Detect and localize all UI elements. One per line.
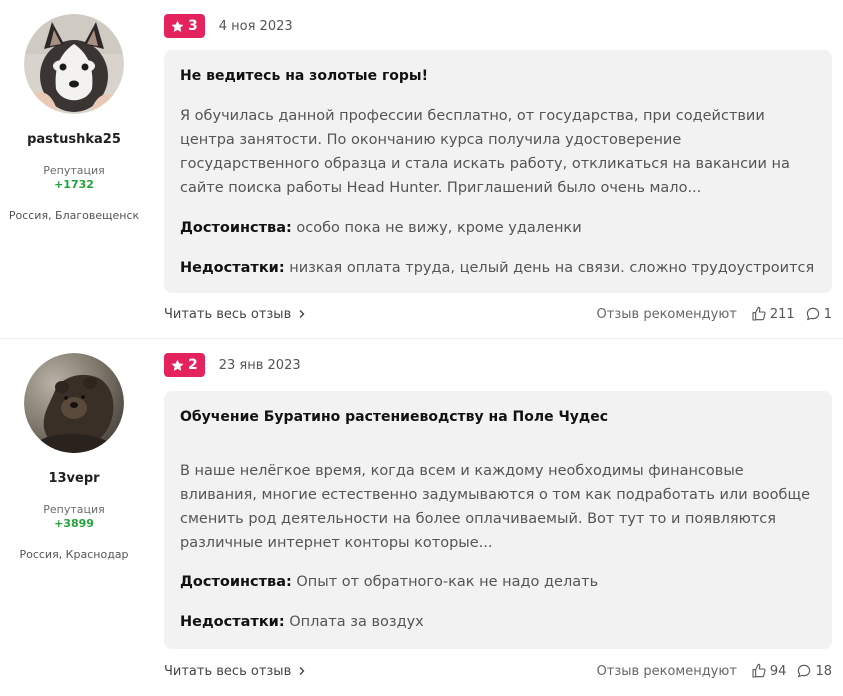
comments-count: 18 bbox=[815, 663, 832, 679]
review-item: pastushka25 Репутация +1732 Россия, Благ… bbox=[0, 0, 843, 338]
cons-text: низкая оплата труда, целый день на связи… bbox=[289, 260, 815, 276]
read-more-label: Читать весь отзыв bbox=[164, 306, 292, 322]
review-card[interactable]: Не ведитесь на золотые горы! Я обучилась… bbox=[164, 50, 832, 293]
reputation-value: +1732 bbox=[54, 178, 94, 191]
chevron-right-icon bbox=[299, 310, 305, 318]
star-icon bbox=[171, 20, 184, 32]
cons-label: Недостатки: bbox=[180, 260, 285, 276]
like-button[interactable]: 94 bbox=[751, 663, 787, 679]
comments-button[interactable]: 1 bbox=[805, 306, 832, 322]
author-username[interactable]: 13vepr bbox=[0, 471, 148, 486]
author-username[interactable]: pastushka25 bbox=[0, 132, 148, 147]
review-pros: Достоинства: Опыт от обратного-как не на… bbox=[180, 572, 816, 592]
author-location: Россия, Краснодар bbox=[19, 548, 129, 561]
comment-icon bbox=[806, 307, 819, 321]
reputation-value: +3899 bbox=[54, 517, 94, 530]
recommend-label: Отзыв рекомендуют bbox=[596, 306, 737, 322]
cons-text: Оплата за воздух bbox=[289, 614, 424, 630]
author-location: Россия, Благовещенск bbox=[8, 209, 140, 222]
review-footer: Читать весь отзыв Отзыв рекомендуют 94 1… bbox=[164, 661, 832, 681]
avatar[interactable] bbox=[24, 353, 124, 453]
review-footer: Читать весь отзыв Отзыв рекомендуют 211 … bbox=[164, 304, 832, 324]
reputation-label: Репутация bbox=[43, 503, 105, 516]
likes-count: 94 bbox=[769, 663, 787, 679]
read-full-review-link[interactable]: Читать весь отзыв bbox=[164, 307, 307, 322]
comment-icon bbox=[798, 664, 811, 678]
review-header: 3 4 ноя 2023 bbox=[164, 14, 293, 38]
review-author: 13vepr Репутация +3899 Россия, Краснодар bbox=[0, 353, 148, 562]
review-date: 4 ноя 2023 bbox=[218, 18, 293, 34]
rating-badge: 2 bbox=[164, 353, 205, 377]
review-cons: Недостатки: Оплата за воздух bbox=[180, 612, 816, 632]
review-body: Я обучилась данной профессии бесплатно, … bbox=[180, 108, 790, 196]
read-full-review-link[interactable]: Читать весь отзыв bbox=[164, 664, 307, 679]
like-button[interactable]: 211 bbox=[751, 306, 795, 322]
star-icon bbox=[171, 359, 184, 371]
comments-count: 1 bbox=[823, 306, 832, 322]
review-body: В наше нелёгкое время, когда всем и кажд… bbox=[180, 463, 811, 551]
pros-text: особо пока не вижу, кроме удаленки bbox=[296, 220, 582, 236]
chevron-right-icon bbox=[299, 667, 305, 675]
cons-label: Недостатки: bbox=[180, 614, 285, 630]
pros-label: Достоинства: bbox=[180, 220, 292, 236]
review-title[interactable]: Обучение Буратино растениеводству на Пол… bbox=[180, 407, 816, 427]
review-author: pastushka25 Репутация +1732 Россия, Благ… bbox=[0, 14, 148, 223]
rating-badge: 3 bbox=[164, 14, 205, 38]
thumbs-up-icon bbox=[752, 663, 766, 678]
reputation-label: Репутация bbox=[43, 164, 105, 177]
avatar[interactable] bbox=[24, 14, 124, 114]
review-cons: Недостатки: низкая оплата труда, целый д… bbox=[180, 258, 816, 278]
pros-text: Опыт от обратного-как не надо делать bbox=[296, 574, 599, 590]
pros-label: Достоинства: bbox=[180, 574, 292, 590]
thumbs-up-icon bbox=[752, 306, 766, 321]
read-more-label: Читать весь отзыв bbox=[164, 663, 292, 679]
review-date: 23 янв 2023 bbox=[218, 357, 301, 373]
comments-button[interactable]: 18 bbox=[796, 663, 832, 679]
likes-count: 211 bbox=[769, 306, 795, 322]
rating-value: 3 bbox=[188, 18, 198, 34]
review-header: 2 23 янв 2023 bbox=[164, 353, 301, 377]
review-pros: Достоинства: особо пока не вижу, кроме у… bbox=[180, 218, 816, 238]
review-card[interactable]: Обучение Буратино растениеводству на Пол… bbox=[164, 391, 832, 649]
rating-value: 2 bbox=[188, 357, 198, 373]
review-item: 13vepr Репутация +3899 Россия, Краснодар… bbox=[0, 339, 843, 696]
review-title[interactable]: Не ведитесь на золотые горы! bbox=[180, 66, 816, 86]
recommend-label: Отзыв рекомендуют bbox=[596, 663, 737, 679]
